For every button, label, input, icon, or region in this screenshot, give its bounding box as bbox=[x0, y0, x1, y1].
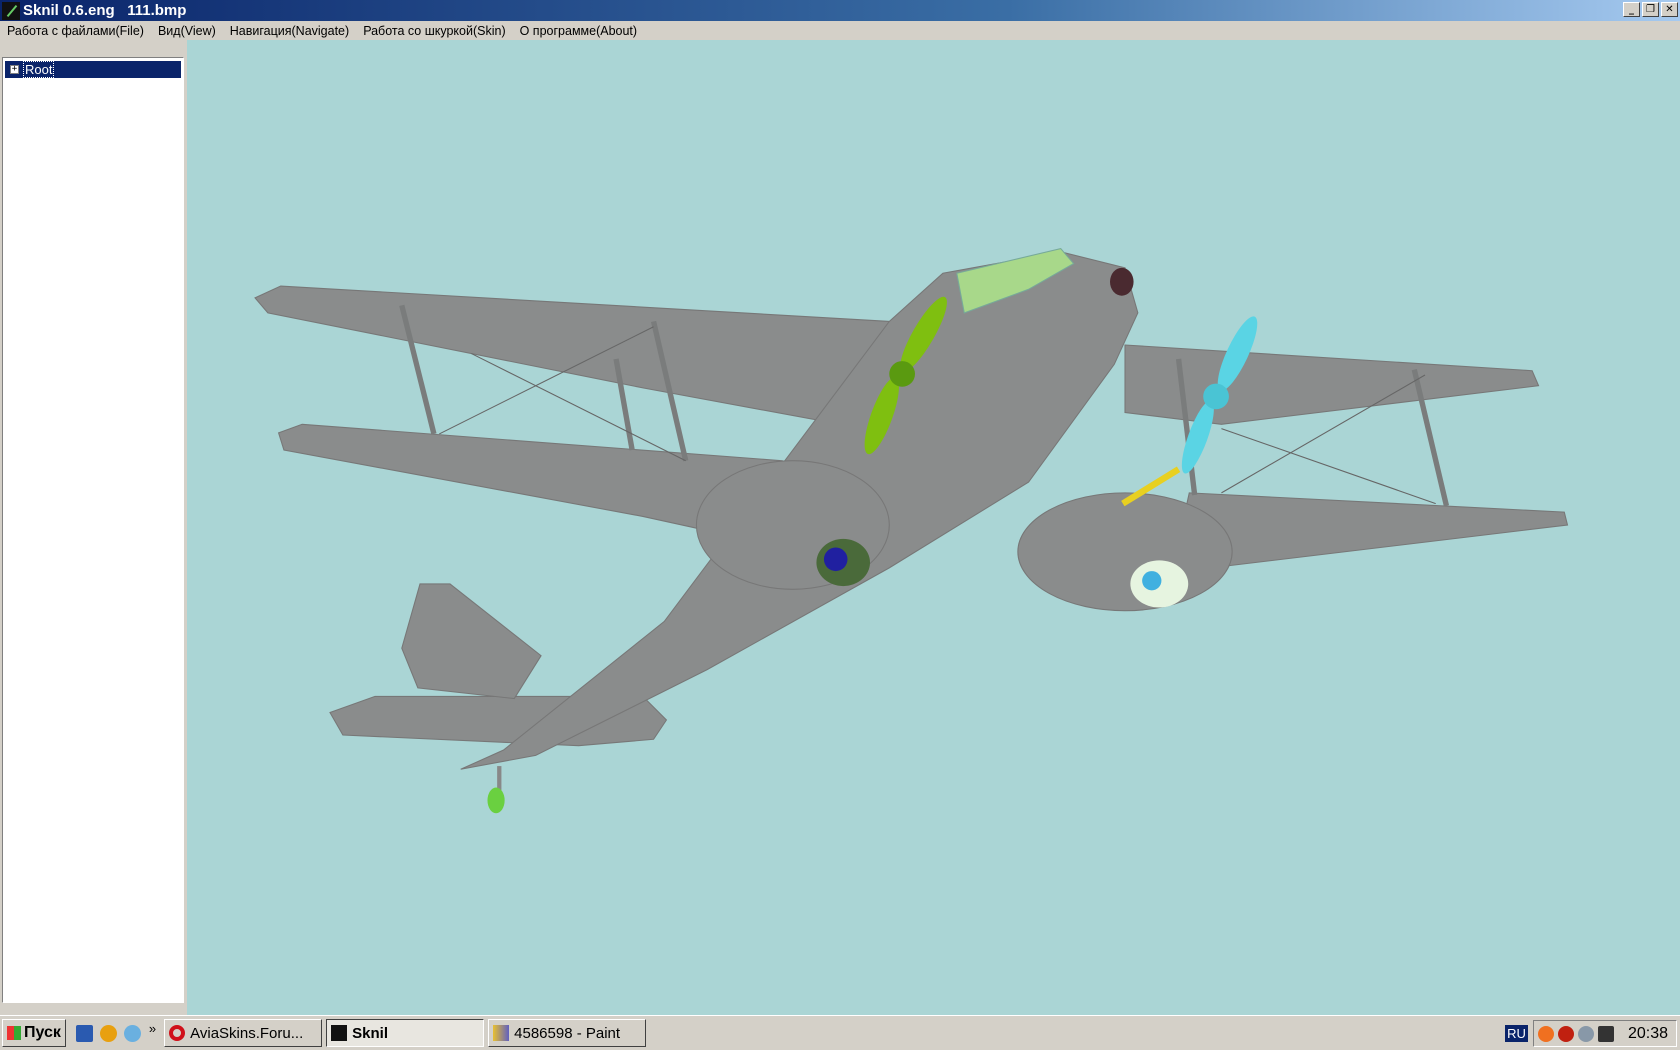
window-title: Sknil 0.6.eng 111.bmp bbox=[23, 2, 187, 19]
menu-skin[interactable]: Работа со шкуркой(Skin) bbox=[356, 24, 512, 38]
clock[interactable]: 20:38 bbox=[1628, 1025, 1668, 1043]
task-label: AviaSkins.Foru... bbox=[190, 1024, 304, 1042]
minimize-button[interactable]: _ bbox=[1623, 2, 1640, 17]
expand-icon[interactable]: + bbox=[10, 65, 19, 74]
tree-view[interactable]: + Root bbox=[2, 57, 184, 1003]
taskbar: Пуск » AviaSkins.Foru... Sknil 4586598 -… bbox=[0, 1015, 1680, 1050]
tree-item-root[interactable]: + Root bbox=[5, 61, 181, 78]
system-tray: RU 20:38 bbox=[1505, 1020, 1677, 1047]
overflow-chevron[interactable]: » bbox=[149, 1021, 156, 1036]
avast-icon[interactable] bbox=[1537, 1025, 1554, 1042]
tree-panel: + Root bbox=[0, 40, 186, 1015]
start-label: Пуск bbox=[24, 1024, 61, 1041]
menu-about[interactable]: О программе(About) bbox=[513, 24, 644, 38]
task-label: 4586598 - Paint bbox=[514, 1024, 621, 1042]
task-opera[interactable]: AviaSkins.Foru... bbox=[164, 1019, 323, 1047]
tray-app-icon[interactable] bbox=[1557, 1025, 1574, 1042]
task-sknil[interactable]: Sknil bbox=[326, 1019, 485, 1047]
opera-icon bbox=[169, 1025, 186, 1041]
tray-device-icon[interactable] bbox=[1597, 1025, 1614, 1042]
task-label: Sknil bbox=[352, 1024, 388, 1042]
language-indicator[interactable]: RU bbox=[1505, 1025, 1528, 1042]
media-player-icon[interactable] bbox=[123, 1024, 141, 1042]
quicklaunch-app-icon[interactable] bbox=[99, 1024, 117, 1042]
windows-flag-icon bbox=[7, 1026, 21, 1040]
menu-view[interactable]: Вид(View) bbox=[151, 24, 223, 38]
3d-viewport[interactable] bbox=[187, 40, 1680, 1015]
menu-bar: Работа с файлами(File) Вид(View) Навигац… bbox=[0, 21, 1680, 40]
paint-icon bbox=[493, 1025, 510, 1041]
title-bar: Sknil 0.6.eng 111.bmp _ ❐ ✕ bbox=[0, 0, 1680, 21]
menu-file[interactable]: Работа с файлами(File) bbox=[0, 24, 151, 38]
show-desktop-icon[interactable] bbox=[75, 1024, 93, 1042]
tree-item-label: Root bbox=[23, 61, 55, 78]
menu-navigate[interactable]: Навигация(Navigate) bbox=[223, 24, 356, 38]
task-paint[interactable]: 4586598 - Paint bbox=[488, 1019, 647, 1047]
volume-icon[interactable] bbox=[1577, 1025, 1594, 1042]
restore-button[interactable]: ❐ bbox=[1642, 2, 1659, 17]
sknil-icon bbox=[331, 1025, 348, 1041]
app-icon bbox=[2, 1, 20, 20]
close-button[interactable]: ✕ bbox=[1661, 2, 1678, 17]
start-button[interactable]: Пуск bbox=[2, 1019, 66, 1047]
